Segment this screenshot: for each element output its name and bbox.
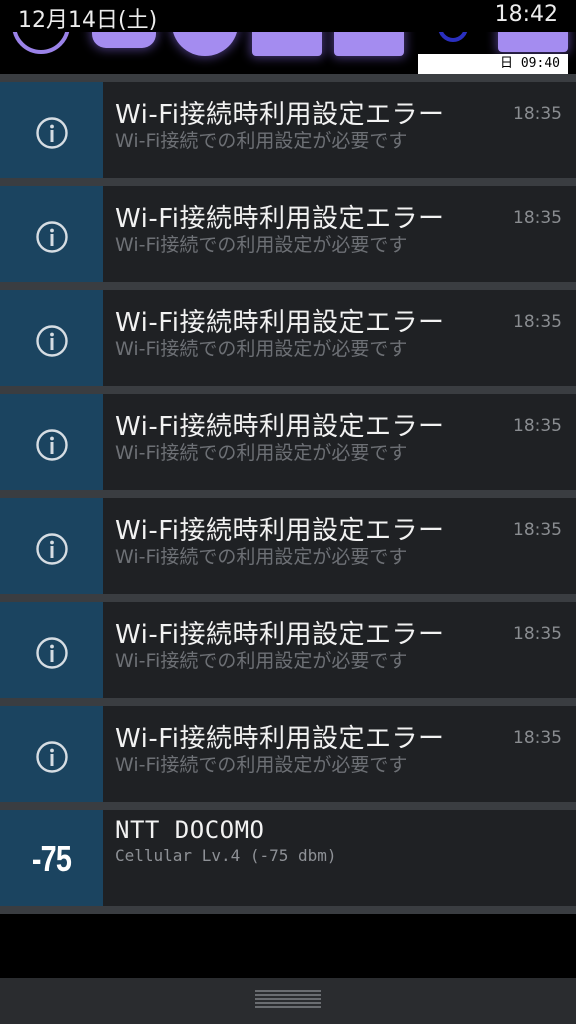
info-icon [36,533,68,565]
quick-toggle-tile-1[interactable] [252,32,322,56]
quick-toggle-icon[interactable] [92,32,156,48]
notification-wifi-error[interactable]: Wi-Fi接続時利用設定エラー Wi-Fi接続での利用設定が必要です 18:35 [0,82,576,186]
status-date: 12月14日(土) [18,8,158,33]
notification-wifi-error[interactable]: Wi-Fi接続時利用設定エラー Wi-Fi接続での利用設定が必要です 18:35 [0,290,576,394]
notification-content: Wi-Fi接続時利用設定エラー Wi-Fi接続での利用設定が必要です 18:35 [103,706,576,802]
notification-icon-column [0,82,103,178]
notification-content: Wi-Fi接続時利用設定エラー Wi-Fi接続での利用設定が必要です 18:35 [103,82,576,178]
notification-subtitle: Wi-Fi接続での利用設定が必要です [115,650,408,672]
notification-content: Wi-Fi接続時利用設定エラー Wi-Fi接続での利用設定が必要です 18:35 [103,186,576,282]
notification-icon-column: -75 [0,810,103,906]
notification-list: Wi-Fi接続時利用設定エラー Wi-Fi接続での利用設定が必要です 18:35… [0,82,576,914]
signal-strength-badge: -75 [31,838,72,879]
info-icon [36,325,68,357]
notification-time: 18:35 [513,104,562,124]
notification-time: 18:35 [513,312,562,332]
notification-cellular[interactable]: -75 NTT DOCOMO Cellular Lv.4 (-75 dbm) [0,810,576,914]
quick-toggle-tile-2[interactable] [334,32,404,56]
notification-content: Wi-Fi接続時利用設定エラー Wi-Fi接続での利用設定が必要です 18:35 [103,290,576,386]
notification-wifi-error[interactable]: Wi-Fi接続時利用設定エラー Wi-Fi接続での利用設定が必要です 18:35 [0,394,576,498]
notification-content: Wi-Fi接続時利用設定エラー Wi-Fi接続での利用設定が必要です 18:35 [103,602,576,698]
notification-icon-column [0,602,103,698]
notification-wifi-error[interactable]: Wi-Fi接続時利用設定エラー Wi-Fi接続での利用設定が必要です 18:35 [0,186,576,290]
status-time: 18:42 [494,2,558,27]
notification-content: Wi-Fi接続時利用設定エラー Wi-Fi接続での利用設定が必要です 18:35 [103,394,576,490]
notification-subtitle: Wi-Fi接続での利用設定が必要です [115,234,408,256]
quick-toggle-small-ring-icon[interactable] [438,32,468,42]
alarm-label: 日 09:40 [500,56,560,71]
info-icon [36,117,68,149]
notification-wifi-error[interactable]: Wi-Fi接続時利用設定エラー Wi-Fi接続での利用設定が必要です 18:35 [0,706,576,810]
notification-time: 18:35 [513,624,562,644]
notification-time: 18:35 [513,728,562,748]
notification-content: Wi-Fi接続時利用設定エラー Wi-Fi接続での利用設定が必要です 18:35 [103,498,576,594]
notification-wifi-error[interactable]: Wi-Fi接続時利用設定エラー Wi-Fi接続での利用設定が必要です 18:35 [0,498,576,602]
cellular-level: Cellular Lv.4 (-75 dbm) [115,846,337,865]
notification-content: NTT DOCOMO Cellular Lv.4 (-75 dbm) [103,810,576,906]
notification-subtitle: Wi-Fi接続での利用設定が必要です [115,754,408,776]
panel-bottom-bar[interactable] [0,978,576,1024]
info-icon [36,741,68,773]
status-bar: 12月14日(土) 18:42 [0,0,576,33]
notification-icon-column [0,498,103,594]
notification-icon-column [0,290,103,386]
info-icon [36,221,68,253]
quick-toggle-circle-icon[interactable] [172,32,238,56]
alarm-indicator: 日 09:40 [418,54,568,74]
info-icon [36,637,68,669]
notification-time: 18:35 [513,520,562,540]
quick-toggle-tile-3[interactable] [498,32,568,52]
notification-icon-column [0,394,103,490]
notification-subtitle: Wi-Fi接続での利用設定が必要です [115,546,408,568]
drag-handle-icon[interactable] [255,990,321,1010]
notification-subtitle: Wi-Fi接続での利用設定が必要です [115,442,408,464]
notification-wifi-error[interactable]: Wi-Fi接続時利用設定エラー Wi-Fi接続での利用設定が必要です 18:35 [0,602,576,706]
notification-icon-column [0,706,103,802]
info-icon [36,429,68,461]
quick-toggle-ring-icon[interactable] [12,32,70,54]
notification-time: 18:35 [513,208,562,228]
notification-icon-column [0,186,103,282]
notification-time: 18:35 [513,416,562,436]
panel-divider [0,74,576,82]
notification-subtitle: Wi-Fi接続での利用設定が必要です [115,338,408,360]
notification-subtitle: Wi-Fi接続での利用設定が必要です [115,130,408,152]
carrier-name: NTT DOCOMO [115,816,265,844]
quick-settings-strip[interactable]: 日 09:40 [0,32,576,74]
